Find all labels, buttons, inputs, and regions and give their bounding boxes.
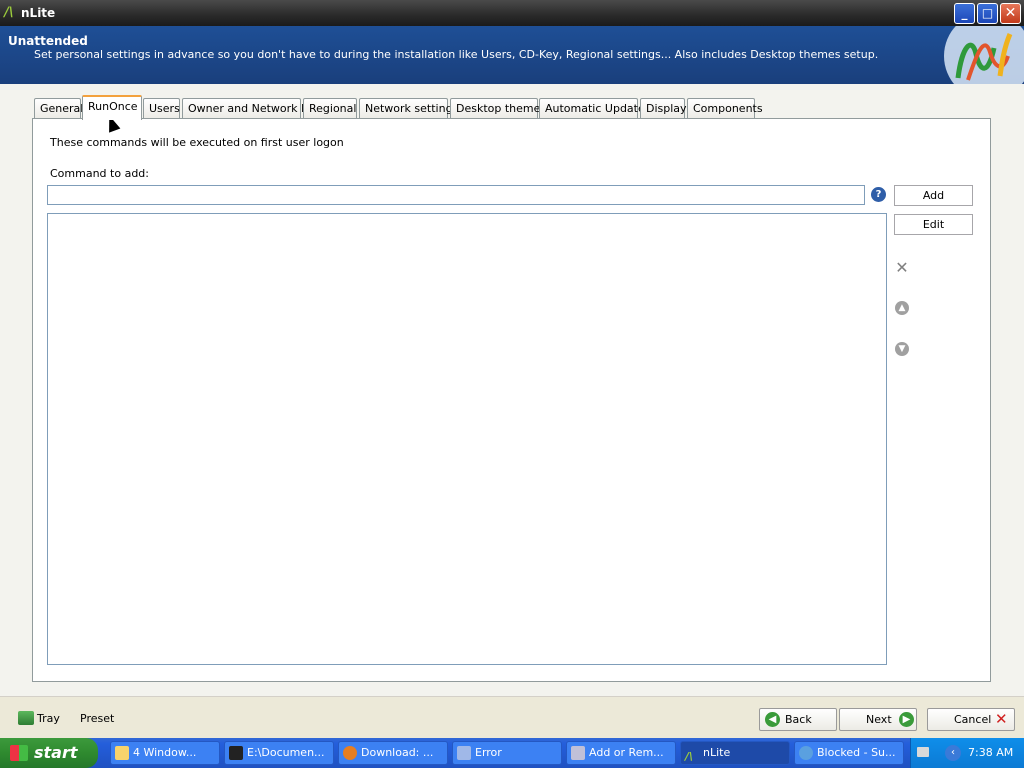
title-bar: /\ nLite _ □ ✕ bbox=[0, 0, 1024, 26]
folder-icon bbox=[115, 746, 129, 760]
tab-regional[interactable]: Regional bbox=[303, 98, 357, 119]
nlite-icon: /\ bbox=[685, 750, 694, 763]
command-label: Command to add: bbox=[50, 167, 149, 180]
tab-users[interactable]: Users bbox=[143, 98, 180, 119]
browser-icon bbox=[799, 746, 813, 760]
nlite-logo-icon bbox=[944, 26, 1024, 84]
tab-desktop-themes[interactable]: Desktop themes bbox=[450, 98, 546, 119]
taskbar-item-7zip[interactable]: E:\Documen... bbox=[224, 741, 334, 765]
clock[interactable]: 7:38 AM bbox=[968, 746, 1013, 759]
taskbar-item-windows-explorer[interactable]: 4 Window... bbox=[110, 741, 220, 765]
next-label: Next bbox=[866, 713, 892, 726]
download-icon bbox=[343, 746, 357, 760]
tab-owner-network-id[interactable]: Owner and Network ID bbox=[182, 98, 313, 119]
taskbar-item-error[interactable]: Error bbox=[452, 741, 562, 765]
tray-button[interactable]: Tray bbox=[18, 711, 60, 725]
back-button[interactable]: ◀ Back bbox=[759, 708, 837, 731]
edit-button[interactable]: Edit bbox=[894, 214, 973, 235]
move-down-icon[interactable]: ▼ bbox=[895, 342, 909, 356]
error-app-icon bbox=[457, 746, 471, 760]
taskbar-item-download[interactable]: Download: ... bbox=[338, 741, 448, 765]
maximize-button[interactable]: □ bbox=[977, 3, 998, 24]
control-panel-icon bbox=[571, 746, 585, 760]
tray-icon bbox=[18, 711, 34, 725]
page-title: Unattended bbox=[8, 34, 88, 48]
windows-flag-icon bbox=[10, 745, 28, 761]
tab-display[interactable]: Display bbox=[640, 98, 687, 119]
cancel-button[interactable]: Cancel ✕ bbox=[927, 708, 1015, 731]
command-input[interactable] bbox=[47, 185, 865, 205]
tray-label: Tray bbox=[37, 712, 60, 725]
tab-network-settings[interactable]: Network settings bbox=[359, 98, 458, 119]
tray-collapse-icon[interactable]: ‹ bbox=[945, 745, 961, 761]
keyboard-icon[interactable] bbox=[917, 747, 929, 757]
add-button[interactable]: Add bbox=[894, 185, 973, 206]
taskbar: start 4 Window... E:\Documen... Download… bbox=[0, 738, 1024, 768]
main-area: General RunOnce Users Owner and Network … bbox=[0, 84, 1024, 696]
command-list[interactable] bbox=[47, 213, 887, 665]
7zip-icon bbox=[229, 746, 243, 760]
tab-automatic-updates[interactable]: Automatic Updates bbox=[539, 98, 650, 119]
start-label: start bbox=[34, 743, 78, 762]
minimize-button[interactable]: _ bbox=[954, 3, 975, 24]
page-header: Unattended Set personal settings in adva… bbox=[0, 26, 1024, 84]
cancel-x-icon: ✕ bbox=[995, 710, 1008, 728]
cancel-label: Cancel bbox=[954, 713, 992, 726]
window-title: nLite bbox=[21, 6, 56, 20]
tab-runonce[interactable]: RunOnce bbox=[82, 95, 142, 120]
back-arrow-icon: ◀ bbox=[765, 712, 780, 727]
wizard-footer: Tray Preset ◀ Back Next ▶ Cancel ✕ bbox=[0, 696, 1024, 738]
start-button[interactable]: start bbox=[0, 738, 98, 768]
system-tray: ‹ 7:38 AM bbox=[910, 738, 1024, 768]
next-arrow-icon: ▶ bbox=[899, 712, 914, 727]
close-button[interactable]: ✕ bbox=[1000, 3, 1021, 24]
back-label: Back bbox=[785, 713, 812, 726]
tab-general[interactable]: General bbox=[34, 98, 83, 119]
next-button[interactable]: Next ▶ bbox=[839, 708, 917, 731]
tab-components[interactable]: Components bbox=[687, 98, 763, 119]
taskbar-item-add-remove[interactable]: Add or Rem... bbox=[566, 741, 676, 765]
move-up-icon[interactable]: ▲ bbox=[895, 301, 909, 315]
delete-icon[interactable]: ✕ bbox=[895, 260, 909, 276]
taskbar-item-blocked[interactable]: Blocked - Su... bbox=[794, 741, 904, 765]
help-icon[interactable]: ? bbox=[871, 187, 886, 202]
taskbar-item-nlite[interactable]: /\ nLite bbox=[680, 741, 790, 765]
runonce-panel: These commands will be executed on first… bbox=[32, 118, 991, 682]
page-description: Set personal settings in advance so you … bbox=[34, 48, 879, 61]
runonce-info-label: These commands will be executed on first… bbox=[50, 136, 344, 149]
preset-button[interactable]: Preset bbox=[80, 712, 114, 725]
nlite-app-icon: /\ bbox=[4, 5, 14, 20]
